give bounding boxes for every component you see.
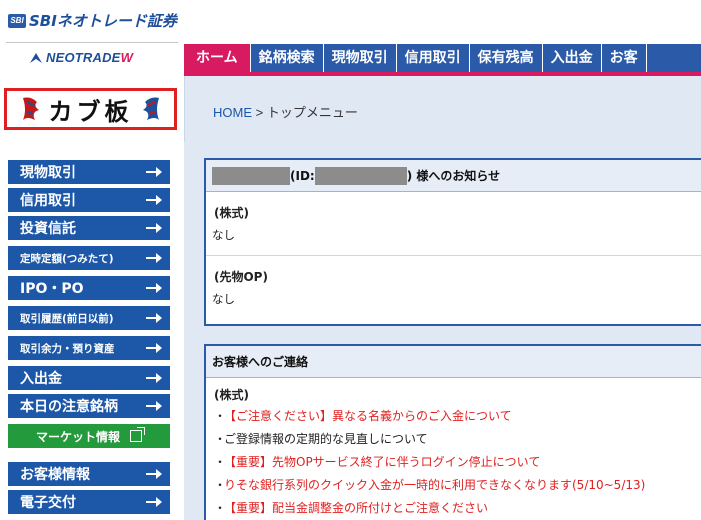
bullet: ・ — [214, 455, 227, 469]
nav-customer[interactable]: お客 — [601, 44, 647, 72]
sidebar-item-label: 定時定額(つみたて) — [20, 252, 114, 265]
breadcrumb-trail: HOME > トップメニュー — [213, 102, 358, 121]
sidebar-item-customer-info[interactable]: お客様情報 — [8, 462, 170, 486]
notice-section-futures-heading: (先物OP) — [214, 270, 268, 284]
arrow-right-icon — [146, 195, 162, 205]
nav-deposit-withdraw[interactable]: 入出金 — [542, 44, 602, 72]
nav-home[interactable]: ホーム — [184, 44, 251, 72]
neotrade-wordmark: NEOTRADEW — [46, 50, 133, 65]
list-item[interactable]: ・【ご注意ください】異なる名義からのご入金について — [214, 405, 701, 428]
sidebar-item-e-delivery[interactable]: 電子交付 — [8, 490, 170, 514]
arrow-right-icon — [146, 373, 162, 383]
news-link[interactable]: 【重要】配当金調整金の所付けとご注意ください — [224, 501, 488, 515]
nav-margin-trading[interactable]: 信用取引 — [396, 44, 470, 72]
sidebar-item-ipo-po[interactable]: IPO・PO — [8, 276, 170, 300]
news-link[interactable]: りそな銀行系列のクイック入金が一時的に利用できなくなります(5/10~5/13) — [224, 478, 645, 492]
arrow-right-icon — [146, 283, 162, 293]
arrow-right-icon — [146, 253, 162, 263]
sidebar: カブ板 現物取引 信用取引 投資信託 定時定額(つみたて) IPO・PO 取引履… — [0, 76, 184, 520]
external-link-icon — [130, 427, 145, 442]
notice-section-stock-value: なし — [212, 228, 235, 242]
sidebar-item-label: 電子交付 — [20, 495, 76, 511]
list-item[interactable]: ・りそな銀行系列のクイック入金が一時的に利用できなくなります(5/10~5/13… — [214, 474, 701, 497]
logo-divider — [6, 42, 178, 43]
sidebar-item-label: 現物取引 — [20, 165, 76, 181]
sidebar-item-label: 取引余力・預り資産 — [20, 342, 115, 355]
bullet: ・ — [214, 409, 227, 423]
sidebar-item-mutual-funds[interactable]: 投資信託 — [8, 216, 170, 240]
redacted-id — [314, 166, 407, 185]
kabuita-label: カブ板 — [48, 96, 133, 126]
header-logo-area: SBI SBIネオトレード証券 — [0, 0, 184, 42]
sidebar-item-buying-power[interactable]: 取引余力・預り資産 — [8, 336, 170, 360]
list-item[interactable]: ・【重要】配当金調整金の所付けとご注意ください — [214, 497, 701, 520]
sidebar-item-label: 投資信託 — [20, 221, 76, 237]
kabuki-mask-left-icon — [22, 97, 39, 120]
neotrade-logo[interactable]: NEOTRADEW — [0, 44, 184, 72]
kabuita-button[interactable]: カブ板 — [4, 88, 177, 130]
brand-name-jp: ネオトレード証券 — [56, 12, 177, 30]
sidebar-item-label: 本日の注意銘柄 — [20, 399, 118, 415]
arrow-right-icon — [146, 497, 162, 507]
neotrade-w: W — [120, 50, 134, 65]
notice-panel-title: (ID: ) 様へのお知らせ — [206, 160, 701, 192]
sidebar-item-label: マーケット情報 — [35, 429, 120, 444]
list-item[interactable]: ・ご登録情報の定期的な見直しについて — [214, 428, 701, 451]
bullet: ・ — [214, 501, 227, 515]
list-item[interactable]: ・【重要】先物OPサービス終了に伴うログイン停止について — [214, 451, 701, 474]
sidebar-item-trade-history[interactable]: 取引履歴(前日以前) — [8, 306, 170, 330]
neotrade-mark-icon — [30, 53, 42, 63]
global-nav: ホーム 銘柄検索 現物取引 信用取引 保有残高 入出金 お客 — [184, 44, 701, 72]
sbi-logo-badge: SBI — [8, 13, 26, 28]
sidebar-item-cash-trading[interactable]: 現物取引 — [8, 160, 170, 184]
sidebar-item-recurring[interactable]: 定時定額(つみたて) — [8, 246, 170, 270]
notice-panel: (ID: ) 様へのお知らせ (株式) なし (先物OP) なし — [204, 158, 701, 326]
sidebar-item-market-info[interactable]: マーケット情報 — [8, 424, 170, 448]
breadcrumb-current: トップメニュー — [266, 105, 358, 120]
contact-panel-title: お客様へのご連絡 — [206, 346, 701, 378]
breadcrumb-home-link[interactable]: HOME — [213, 105, 252, 120]
sbi-neotrade-logo[interactable]: SBI SBIネオトレード証券 — [8, 10, 177, 31]
arrow-right-icon — [146, 401, 162, 411]
sidebar-item-label: IPO・PO — [20, 281, 84, 297]
neotrade-text: NEOTRADE — [46, 50, 121, 65]
arrow-right-icon — [146, 469, 162, 479]
news-link[interactable]: 【重要】先物OPサービス終了に伴うログイン停止について — [224, 455, 540, 469]
nav-cash-trading[interactable]: 現物取引 — [323, 44, 397, 72]
notice-section-stock-heading: (株式) — [214, 206, 249, 220]
contact-panel: お客様へのご連絡 (株式) ・【ご注意ください】異なる名義からのご入金について … — [204, 344, 701, 520]
main-content: HOME > トップメニュー (ID: ) 様へのお知らせ (株式) なし (先… — [184, 76, 701, 520]
notice-title-suffix: ) 様へのお知らせ — [406, 169, 501, 183]
news-link[interactable]: ご登録情報の定期的な見直しについて — [224, 432, 428, 446]
nav-stock-search[interactable]: 銘柄検索 — [250, 44, 324, 72]
redacted-name — [212, 166, 290, 185]
arrow-right-icon — [146, 313, 162, 323]
sidebar-item-margin-trading[interactable]: 信用取引 — [8, 188, 170, 212]
kabuki-mask-right-icon — [142, 97, 159, 120]
arrow-right-icon — [146, 167, 162, 177]
header-top-strip — [184, 0, 701, 42]
news-link[interactable]: 【ご注意ください】異なる名義からのご入金について — [224, 409, 512, 423]
brand-name: SBIネオトレード証券 — [29, 12, 177, 30]
sidebar-item-label: 入出金 — [20, 371, 62, 387]
sidebar-item-label: お客様情報 — [20, 467, 90, 483]
breadcrumb: HOME > トップメニュー — [184, 76, 701, 142]
nav-holdings[interactable]: 保有残高 — [469, 44, 543, 72]
notice-section-futures-value: なし — [212, 292, 235, 306]
sidebar-item-caution-stocks[interactable]: 本日の注意銘柄 — [8, 394, 170, 418]
id-prefix: (ID: — [290, 168, 315, 183]
sidebar-item-label: 取引履歴(前日以前) — [20, 312, 114, 325]
breadcrumb-separator: > — [252, 105, 267, 120]
contact-news-list: ・【ご注意ください】異なる名義からのご入金について ・ご登録情報の定期的な見直し… — [206, 405, 701, 520]
bullet: ・ — [214, 432, 227, 446]
sidebar-item-label: 信用取引 — [20, 193, 76, 209]
contact-section-heading: (株式) — [214, 388, 249, 402]
sidebar-item-deposit-withdraw[interactable]: 入出金 — [8, 366, 170, 390]
arrow-right-icon — [146, 343, 162, 353]
arrow-right-icon — [146, 223, 162, 233]
bullet: ・ — [214, 478, 227, 492]
